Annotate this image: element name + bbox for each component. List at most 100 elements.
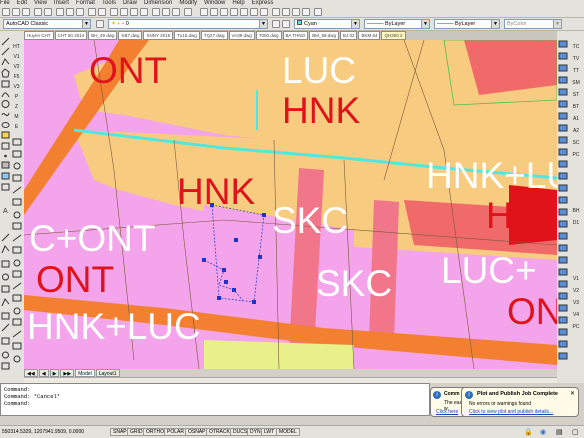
tool-pc[interactable]: PC: [571, 151, 581, 160]
help-icon[interactable]: [184, 8, 192, 16]
lineweight-dropdown[interactable]: ——— ByLayer ▼: [434, 19, 500, 29]
linetype-dropdown[interactable]: ——— ByLayer ▼: [364, 19, 430, 29]
doc-tab[interactable]: KB7.dwg: [118, 31, 143, 40]
otrack-toggle[interactable]: OTRACK: [206, 428, 233, 436]
tool-tt[interactable]: TT: [571, 67, 581, 76]
dim-baseline-icon[interactable]: [240, 8, 248, 16]
tool-v1-right[interactable]: V1: [571, 275, 581, 284]
dim-linear-icon[interactable]: [200, 8, 208, 16]
save-icon[interactable]: [22, 8, 30, 16]
osnap-toggle[interactable]: OSNAP: [185, 428, 209, 436]
doc-tab[interactable]: CHT 50 2014: [54, 31, 88, 40]
pan-icon[interactable]: [110, 8, 118, 16]
doc-tab-active[interactable]: QH300 2: [381, 31, 406, 40]
doc-tab[interactable]: BJ 02: [339, 31, 358, 40]
plot-status-icon[interactable]: ▤: [556, 428, 563, 436]
plotstyle-dropdown[interactable]: ByColor ▼: [504, 19, 562, 29]
workspace-dropdown[interactable]: AutoCAD Classic ▼: [3, 19, 91, 29]
tolerance-icon[interactable]: [272, 8, 280, 16]
close-icon[interactable]: ✕: [570, 390, 575, 397]
tool-tv[interactable]: TV: [571, 55, 581, 64]
dim-continue-icon[interactable]: [250, 8, 258, 16]
dim-update-icon[interactable]: [302, 8, 310, 16]
doc-tab[interactable]: XNNY 2015: [143, 31, 174, 40]
color-dropdown[interactable]: Cyan ▼: [294, 19, 360, 29]
doc-tab[interactable]: BA THNO: [282, 31, 309, 40]
tool-d1[interactable]: D1: [571, 219, 581, 228]
dim-radius-icon[interactable]: [220, 8, 228, 16]
balloon-link[interactable]: Click here: [436, 409, 458, 415]
doc-tab[interactable]: VA39 dwg: [228, 31, 255, 40]
tool-tc[interactable]: TC: [571, 43, 581, 52]
design-center-icon[interactable]: [162, 8, 170, 16]
cut-icon[interactable]: [56, 8, 64, 16]
tool-ht[interactable]: HT: [12, 43, 21, 52]
communication-center-icon[interactable]: ◉: [540, 428, 546, 436]
properties-icon[interactable]: [152, 8, 160, 16]
undo-icon[interactable]: [88, 8, 96, 16]
command-prompt[interactable]: Command:: [4, 400, 426, 407]
tab-nav-first-icon[interactable]: ◀◀: [24, 369, 38, 377]
dim-edit-icon[interactable]: [292, 8, 300, 16]
tab-model[interactable]: Model: [75, 369, 95, 377]
tool-z[interactable]: Z: [12, 103, 21, 112]
tool-v3-right[interactable]: V3: [571, 299, 581, 308]
tab-nav-last-icon[interactable]: ▶▶: [60, 369, 75, 377]
lwt-toggle[interactable]: LWT: [261, 428, 278, 436]
tool-sc[interactable]: SC: [571, 139, 581, 148]
tool-a1[interactable]: A1: [571, 115, 581, 124]
plot-publish-balloon[interactable]: i Plot and Publish Job Complete ✕ No err…: [461, 387, 579, 417]
print-icon[interactable]: [34, 8, 42, 16]
dim-angular-icon[interactable]: [230, 8, 238, 16]
tool-bt[interactable]: BT: [571, 103, 581, 112]
tool-f5[interactable]: F5: [12, 73, 21, 82]
preview-icon[interactable]: [44, 8, 52, 16]
tab-nav-prev-icon[interactable]: ◀: [38, 369, 49, 377]
tool-sm[interactable]: SM: [571, 79, 581, 88]
model-toggle[interactable]: MODEL: [276, 428, 300, 436]
open-file-icon[interactable]: [12, 8, 20, 16]
paste-icon[interactable]: [76, 8, 84, 16]
doc-tab[interactable]: T000.dwg: [255, 31, 282, 40]
doc-tab[interactable]: BM_58.dwg: [309, 31, 339, 40]
tab-nav-next-icon[interactable]: ▶: [49, 369, 60, 377]
tool-st[interactable]: ST: [571, 91, 581, 100]
tool-v2[interactable]: V2: [12, 63, 21, 72]
tool-bh[interactable]: BH: [571, 207, 581, 216]
tool-a2[interactable]: A2: [571, 127, 581, 136]
clean-screen-icon[interactable]: ▢: [572, 428, 579, 436]
tool-e[interactable]: E: [12, 123, 21, 132]
layer-dropdown[interactable]: ☀ ◐ ▪ 0 ▼: [108, 19, 268, 29]
dim-aligned-icon[interactable]: [210, 8, 218, 16]
command-window[interactable]: Command: Command: *Cancel* Command:: [0, 383, 430, 416]
tool-m[interactable]: M: [12, 113, 21, 122]
tool-v1[interactable]: V1: [12, 53, 21, 62]
polar-toggle[interactable]: POLAR: [164, 428, 187, 436]
center-mark-icon[interactable]: [282, 8, 290, 16]
zoom-realtime-icon[interactable]: [120, 8, 128, 16]
doc-tab[interactable]: TQ27 dwg: [200, 31, 228, 40]
copy-icon[interactable]: [66, 8, 74, 16]
layer-previous-icon[interactable]: [282, 20, 290, 28]
redo-icon[interactable]: [98, 8, 106, 16]
make-current-layer-icon[interactable]: [272, 20, 280, 28]
drawing-canvas[interactable]: ONT LUC HNK HNK SKC HNK+LUC HNK C+ONT ON…: [24, 40, 557, 369]
zoom-previous-icon[interactable]: [140, 8, 148, 16]
tab-layout1[interactable]: Layout1: [95, 369, 120, 377]
tool-palettes-icon[interactable]: [172, 8, 180, 16]
doc-tab[interactable]: Huyen CHT: [24, 31, 54, 40]
dim-style-icon[interactable]: [314, 8, 322, 16]
tool-v2-right[interactable]: V2: [571, 287, 581, 296]
tool-v4-right[interactable]: V4: [571, 311, 581, 320]
new-file-icon[interactable]: [2, 8, 10, 16]
zoom-window-icon[interactable]: [130, 8, 138, 16]
leader-icon[interactable]: [260, 8, 268, 16]
layer-manager-icon[interactable]: [96, 20, 104, 28]
doc-tab[interactable]: BH_49 dwg: [88, 31, 118, 40]
doc-tab[interactable]: BKM 64: [358, 31, 381, 40]
tool-v3[interactable]: V3: [12, 83, 21, 92]
lock-icon[interactable]: 🔒: [524, 428, 533, 436]
doc-tab[interactable]: Tu15.dwg: [174, 31, 200, 40]
tool-pc-right[interactable]: PC: [571, 323, 581, 332]
tool-p[interactable]: P: [12, 93, 21, 102]
